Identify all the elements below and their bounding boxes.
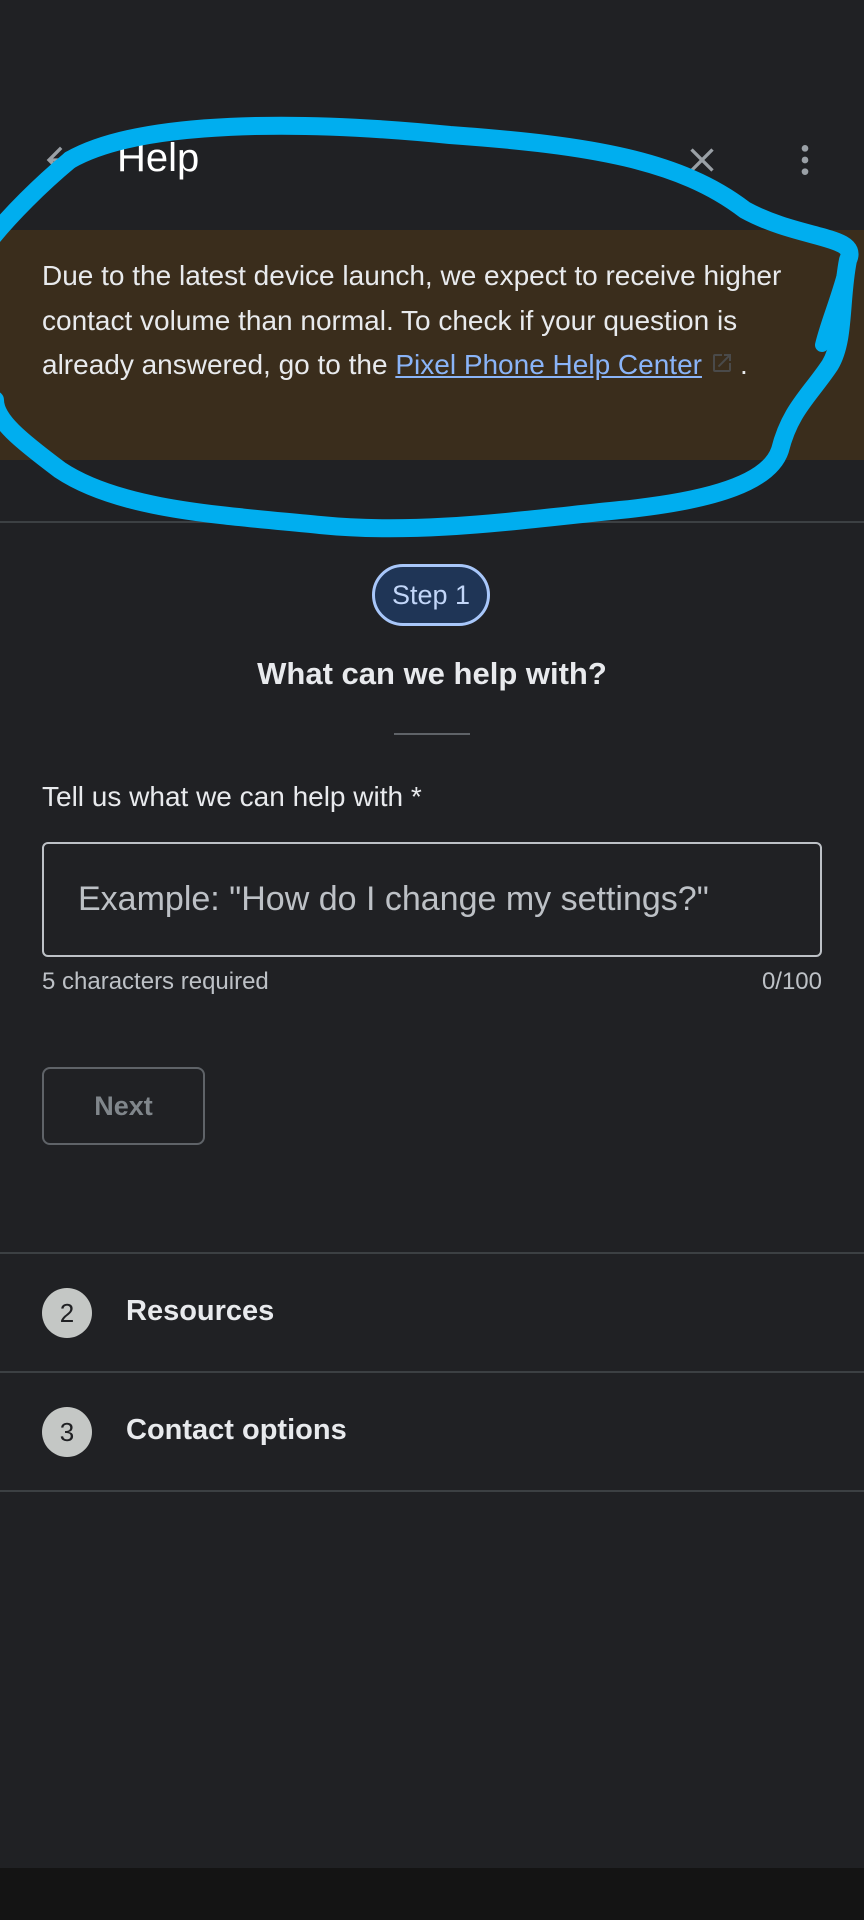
close-icon	[690, 148, 714, 172]
app-bar: Help	[0, 110, 864, 220]
more-vert-icon	[801, 145, 809, 175]
step-heading: What can we help with?	[257, 656, 607, 691]
step-label: Resources	[126, 1295, 275, 1327]
help-query-input[interactable]	[44, 844, 820, 955]
system-nav-bar	[0, 1868, 864, 1920]
section-divider	[0, 1490, 864, 1492]
notice-banner: Due to the latest device launch, we expe…	[0, 230, 864, 460]
step-label: Contact options	[126, 1414, 347, 1446]
banner-trailing: .	[739, 349, 748, 380]
more-options-button[interactable]	[775, 130, 835, 190]
close-button[interactable]	[672, 130, 732, 190]
field-label: Tell us what we can help with *	[42, 781, 422, 812]
step-number-badge: 3	[42, 1407, 92, 1457]
helper-text: 5 characters required	[42, 968, 269, 995]
step-row-resources[interactable]: 2 Resources	[0, 1253, 864, 1370]
help-center-link[interactable]: Pixel Phone Help Center	[395, 349, 702, 380]
open-in-new-icon	[710, 344, 734, 389]
character-counter: 0/100	[761, 968, 822, 995]
heading-rule	[394, 733, 470, 735]
back-button[interactable]	[30, 130, 90, 190]
step-number-badge: 2	[42, 1288, 92, 1338]
arrow-back-icon	[46, 146, 74, 174]
help-query-field[interactable]	[42, 842, 822, 957]
next-button[interactable]: Next	[42, 1067, 205, 1145]
step-row-contact-options[interactable]: 3 Contact options	[0, 1372, 864, 1489]
step-1-chip: Step 1	[372, 564, 490, 626]
app-title: Help	[117, 136, 200, 180]
section-divider	[0, 521, 864, 523]
